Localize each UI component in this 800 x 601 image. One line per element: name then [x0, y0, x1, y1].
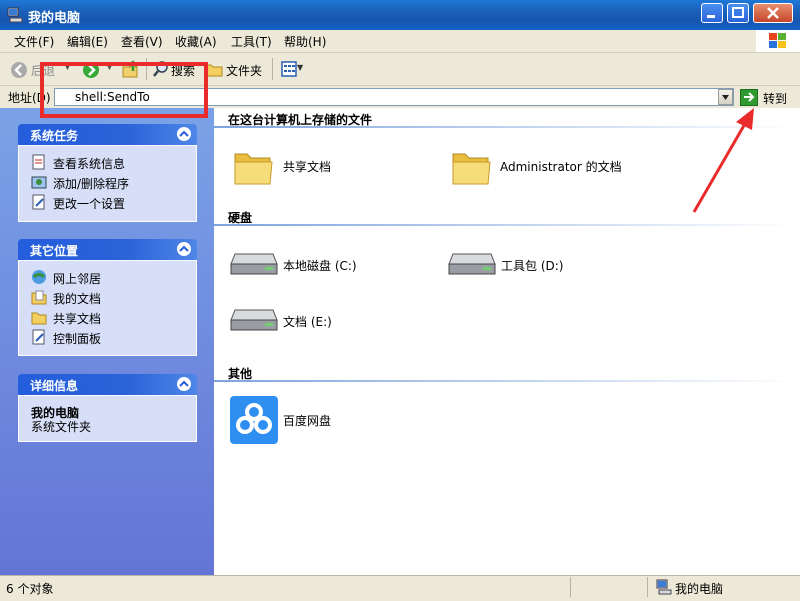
system-tasks-title: 系统任务	[30, 129, 79, 143]
window-title: 我的电脑	[28, 11, 81, 26]
toolbar-separator	[272, 58, 273, 80]
status-separator	[570, 577, 571, 597]
hard-drive-icon[interactable]	[229, 304, 279, 336]
item-drive-d[interactable]: 工具包 (D:)	[501, 257, 563, 274]
collapse-button[interactable]	[177, 377, 191, 391]
place-shared-documents[interactable]: 共享文档	[53, 310, 101, 327]
task-view-system-info[interactable]: 查看系统信息	[53, 155, 125, 172]
item-baidu-netdisk[interactable]: 百度网盘	[283, 412, 331, 429]
menu-view[interactable]: 查看(V)	[121, 33, 163, 50]
menu-favorites[interactable]: 收藏(A)	[175, 33, 217, 50]
baidu-netdisk-icon[interactable]	[230, 396, 278, 444]
status-location: 我的电脑	[675, 582, 724, 596]
windows-flag-icon	[769, 33, 786, 48]
menu-file[interactable]: 文件(F)	[14, 33, 54, 50]
network-icon	[32, 270, 46, 284]
folders-button-label[interactable]: 文件夹	[226, 62, 262, 79]
add-remove-programs-icon	[31, 176, 47, 189]
section-divider	[214, 224, 800, 226]
collapse-button[interactable]	[177, 242, 191, 256]
minimize-icon	[707, 15, 715, 18]
title-bar: 我的电脑	[0, 0, 800, 30]
status-bar: 6 个对象 我的电脑	[0, 575, 800, 601]
details-header[interactable]: 详细信息	[18, 374, 197, 395]
computer-icon	[656, 579, 672, 595]
place-network[interactable]: 网上邻居	[53, 270, 101, 287]
system-tasks-header[interactable]: 系统任务	[18, 124, 197, 145]
control-panel-icon	[32, 329, 45, 345]
details-description: 系统文件夹	[31, 420, 92, 434]
back-icon[interactable]	[10, 61, 28, 79]
menu-help[interactable]: 帮助(H)	[284, 33, 326, 50]
maximize-icon	[732, 7, 744, 18]
chevron-up-icon	[179, 380, 189, 387]
status-object-count: 6 个对象	[6, 582, 54, 596]
computer-icon	[7, 7, 23, 23]
chevron-up-icon	[179, 245, 189, 252]
menu-edit[interactable]: 编辑(E)	[67, 33, 108, 50]
collapse-button[interactable]	[177, 127, 191, 141]
chevron-up-icon	[179, 130, 189, 137]
settings-icon	[32, 194, 45, 210]
status-separator	[647, 577, 648, 597]
section-divider	[214, 380, 800, 382]
windows-logo	[756, 30, 800, 52]
annotation-highlight-box	[40, 62, 208, 118]
maximize-button[interactable]	[727, 3, 749, 23]
hard-drive-icon[interactable]	[229, 248, 279, 280]
menu-bar: 文件(F) 编辑(E) 查看(V) 收藏(A) 工具(T) 帮助(H)	[0, 30, 800, 53]
item-shared-documents[interactable]: 共享文档	[283, 158, 331, 175]
views-icon[interactable]	[281, 61, 297, 77]
shared-folder-icon	[31, 312, 47, 325]
system-info-icon	[32, 154, 45, 170]
task-change-setting[interactable]: 更改一个设置	[53, 195, 125, 212]
close-button[interactable]	[753, 3, 793, 23]
item-admin-documents[interactable]: Administrator 的文档	[500, 158, 622, 175]
other-places-header[interactable]: 其它位置	[18, 239, 197, 260]
annotation-arrow-icon	[692, 108, 754, 213]
minimize-button[interactable]	[701, 3, 723, 23]
folder-icon[interactable]	[450, 146, 492, 188]
item-drive-e[interactable]: 文档 (E:)	[283, 313, 332, 330]
task-add-remove-programs[interactable]: 添加/删除程序	[53, 175, 129, 192]
close-icon	[767, 7, 779, 19]
place-control-panel[interactable]: 控制面板	[53, 330, 101, 347]
my-documents-icon	[31, 290, 47, 305]
place-my-documents[interactable]: 我的文档	[53, 290, 101, 307]
folder-icon[interactable]	[232, 146, 274, 188]
hard-drive-icon[interactable]	[447, 248, 497, 280]
item-drive-c[interactable]: 本地磁盘 (C:)	[283, 257, 357, 274]
other-places-title: 其它位置	[30, 244, 79, 258]
details-title: 详细信息	[30, 379, 79, 393]
views-dropdown-icon[interactable]: ▼	[297, 63, 303, 72]
menu-tools[interactable]: 工具(T)	[231, 33, 272, 50]
